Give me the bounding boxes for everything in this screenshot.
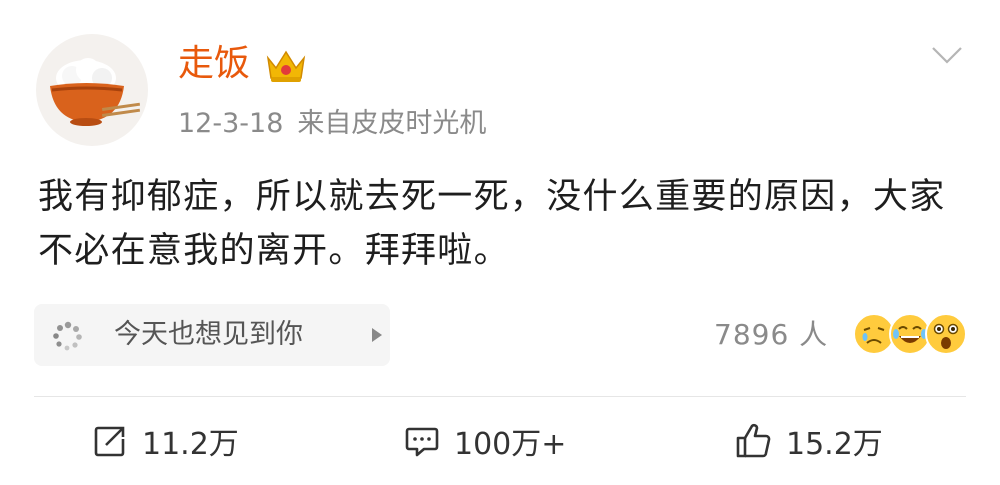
chevron-down-icon[interactable] (930, 44, 964, 66)
thumbs-up-icon (736, 423, 771, 458)
repost-count: 11.2万 (142, 427, 239, 462)
comment-icon (405, 427, 439, 457)
rice-bowl-icon (50, 58, 141, 126)
shocked-emoji-icon (925, 313, 967, 355)
reaction-emojis[interactable] (852, 312, 967, 360)
comment-button[interactable]: 100万+ (404, 416, 566, 466)
repost-icon (94, 426, 125, 457)
reactions-count[interactable]: 7896 人 (714, 318, 828, 352)
username[interactable]: 走饭 (178, 42, 250, 86)
avatar[interactable] (36, 34, 148, 146)
crown-badge-icon (266, 50, 306, 82)
topic-chip[interactable]: 今天也想见到你 (34, 304, 390, 366)
post-date: 12-3-18 (178, 108, 284, 139)
post-meta: 12-3-18 来自皮皮时光机 (178, 106, 486, 142)
divider (34, 396, 966, 397)
post-content: 我有抑郁症，所以就去死一死，没什么重要的原因，大家不必在意我的离开。拜拜啦。 (38, 177, 946, 271)
post-source: 来自皮皮时光机 (297, 108, 487, 139)
topic-label: 今天也想见到你 (114, 319, 303, 350)
repost-button[interactable]: 11.2万 (92, 416, 239, 466)
comment-count: 100万+ (454, 427, 567, 462)
loading-spinner-icon (53, 321, 82, 351)
like-count: 15.2万 (786, 427, 883, 462)
like-button[interactable]: 15.2万 (734, 416, 883, 466)
play-arrow-icon (372, 328, 382, 342)
